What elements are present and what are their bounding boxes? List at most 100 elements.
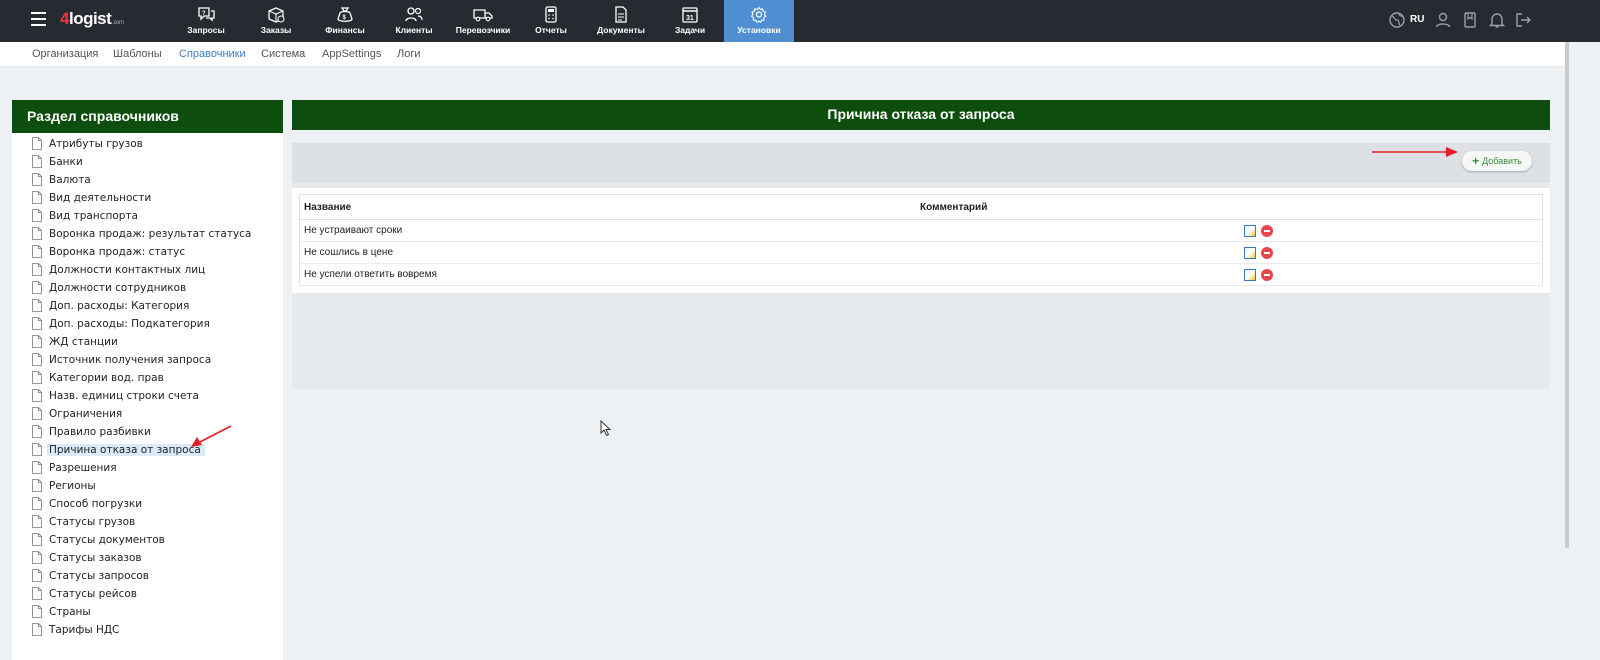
edit-icon[interactable]: [1244, 246, 1256, 259]
reference-item[interactable]: Способ погрузки: [12, 495, 283, 513]
column-header-name[interactable]: Название: [299, 194, 916, 220]
reference-item[interactable]: Категории вод. прав: [12, 369, 283, 387]
reference-item[interactable]: Страны: [12, 603, 283, 621]
reference-item[interactable]: Вид деятельности: [12, 189, 283, 207]
reference-item[interactable]: Воронка продаж: статус: [12, 243, 283, 261]
reference-item[interactable]: Статусы документов: [12, 531, 283, 549]
reference-item[interactable]: Должности сотрудников: [12, 279, 283, 297]
nav-label: Задачи: [674, 25, 706, 35]
reference-item[interactable]: Валюта: [12, 171, 283, 189]
subnav-templates[interactable]: Шаблоны: [113, 48, 162, 60]
delete-icon[interactable]: [1261, 224, 1273, 237]
subnav-appsettings[interactable]: AppSettings: [322, 48, 381, 60]
chat-question-icon: ?: [198, 7, 215, 22]
reference-item[interactable]: Воронка продаж: результат статуса: [12, 225, 283, 243]
table-header-row: Название Комментарий: [299, 194, 1543, 220]
reference-item[interactable]: ЖД станции: [12, 333, 283, 351]
document-icon: [32, 245, 42, 258]
reference-item[interactable]: Назв. единиц строки счета: [12, 387, 283, 405]
reference-item-label: Правило разбивки: [49, 426, 151, 438]
nav-requests[interactable]: ? Запросы: [171, 0, 241, 42]
document-icon: [32, 155, 42, 168]
box-check-icon: [268, 7, 285, 23]
reference-item[interactable]: Причина отказа от запроса: [12, 441, 283, 459]
logout-icon[interactable]: [1514, 11, 1532, 29]
logo-digit: 4: [60, 9, 69, 28]
truck-icon: [473, 9, 493, 22]
reference-item-label: Категории вод. прав: [49, 372, 164, 384]
nav-label: Установки: [737, 25, 781, 35]
cell-comment: [916, 219, 1240, 242]
nav-tasks[interactable]: 31 Задачи: [655, 0, 725, 42]
table-row[interactable]: Не устраивают сроки: [299, 219, 1543, 242]
nav-documents[interactable]: Документы: [586, 0, 656, 42]
nav-carriers[interactable]: Перевозчики: [448, 0, 518, 42]
reference-item-label: Банки: [49, 156, 83, 168]
nav-settings[interactable]: Установки: [724, 0, 794, 42]
reference-item[interactable]: Статусы грузов: [12, 513, 283, 531]
reference-item[interactable]: Разрешения: [12, 459, 283, 477]
globe-icon[interactable]: [1388, 11, 1406, 29]
edit-icon[interactable]: [1244, 268, 1256, 281]
document-icon: [32, 137, 42, 150]
mouse-cursor-icon: [600, 420, 612, 437]
reference-item-label: Способ погрузки: [49, 498, 143, 510]
bell-icon[interactable]: [1488, 11, 1506, 29]
table-row[interactable]: Не успели ответить вовремя: [299, 263, 1543, 286]
reference-item[interactable]: Должности контактных лиц: [12, 261, 283, 279]
reference-item[interactable]: Тарифы НДС: [12, 621, 283, 639]
hamburger-menu-icon[interactable]: [31, 12, 46, 26]
document-icon: [32, 173, 42, 186]
document-icon: [32, 335, 42, 348]
subnav-organization[interactable]: Организация: [32, 48, 98, 60]
nav-label: Документы: [597, 25, 645, 35]
reference-item[interactable]: Источник получения запроса: [12, 351, 283, 369]
reference-item[interactable]: Вид транспорта: [12, 207, 283, 225]
reference-item-label: Должности контактных лиц: [49, 264, 206, 276]
document-icon: [32, 569, 42, 582]
document-icon: [32, 263, 42, 276]
language-selector[interactable]: RU: [1410, 14, 1424, 25]
document-icon: [32, 353, 42, 366]
subnav-references[interactable]: Справочники: [179, 48, 246, 60]
nav-orders[interactable]: Заказы: [241, 0, 311, 42]
column-header-comment[interactable]: Комментарий: [916, 194, 1240, 220]
delete-icon[interactable]: [1261, 268, 1273, 281]
reference-item[interactable]: Ограничения: [12, 405, 283, 423]
add-button[interactable]: + Добавить: [1462, 151, 1532, 171]
reference-item[interactable]: Доп. расходы: Категория: [12, 297, 283, 315]
reference-item[interactable]: Правило разбивки: [12, 423, 283, 441]
user-icon[interactable]: [1434, 11, 1452, 29]
document-icon: [32, 371, 42, 384]
table-row[interactable]: Не сошлись в цене: [299, 241, 1543, 264]
reference-item-label: Доп. расходы: Подкатегория: [49, 318, 210, 330]
reference-item[interactable]: Статусы запросов: [12, 567, 283, 585]
bookmark-book-icon[interactable]: [1461, 11, 1479, 29]
subnav-logs[interactable]: Логи: [397, 48, 421, 60]
page-scrollbar[interactable]: [1565, 42, 1569, 548]
document-icon: [32, 317, 42, 330]
reference-item-label: Регионы: [49, 480, 96, 492]
app-logo[interactable]: 4logist.com: [60, 9, 124, 29]
reference-item[interactable]: Банки: [12, 153, 283, 171]
nav-clients[interactable]: Клиенты: [379, 0, 449, 42]
calendar-icon: 31: [682, 7, 698, 23]
reference-item[interactable]: Статусы заказов: [12, 549, 283, 567]
nav-reports[interactable]: Отчеты: [516, 0, 586, 42]
reference-item-label: Ограничения: [49, 408, 123, 420]
reference-item[interactable]: Статусы рейсов: [12, 585, 283, 603]
delete-icon[interactable]: [1261, 246, 1273, 259]
edit-icon[interactable]: [1244, 224, 1256, 237]
nav-finance[interactable]: $ Финансы: [310, 0, 380, 42]
cell-name: Не устраивают сроки: [299, 219, 916, 242]
document-icon: [32, 299, 42, 312]
reference-item[interactable]: Доп. расходы: Подкатегория: [12, 315, 283, 333]
cell-name: Не успели ответить вовремя: [299, 263, 916, 286]
money-bag-icon: $: [337, 7, 353, 22]
reference-item[interactable]: Атрибуты грузов: [12, 135, 283, 153]
reference-item[interactable]: Регионы: [12, 477, 283, 495]
cell-name: Не сошлись в цене: [299, 241, 916, 264]
cell-actions: [1240, 263, 1543, 286]
subnav-system[interactable]: Система: [261, 48, 305, 60]
column-header-actions: [1240, 194, 1543, 220]
